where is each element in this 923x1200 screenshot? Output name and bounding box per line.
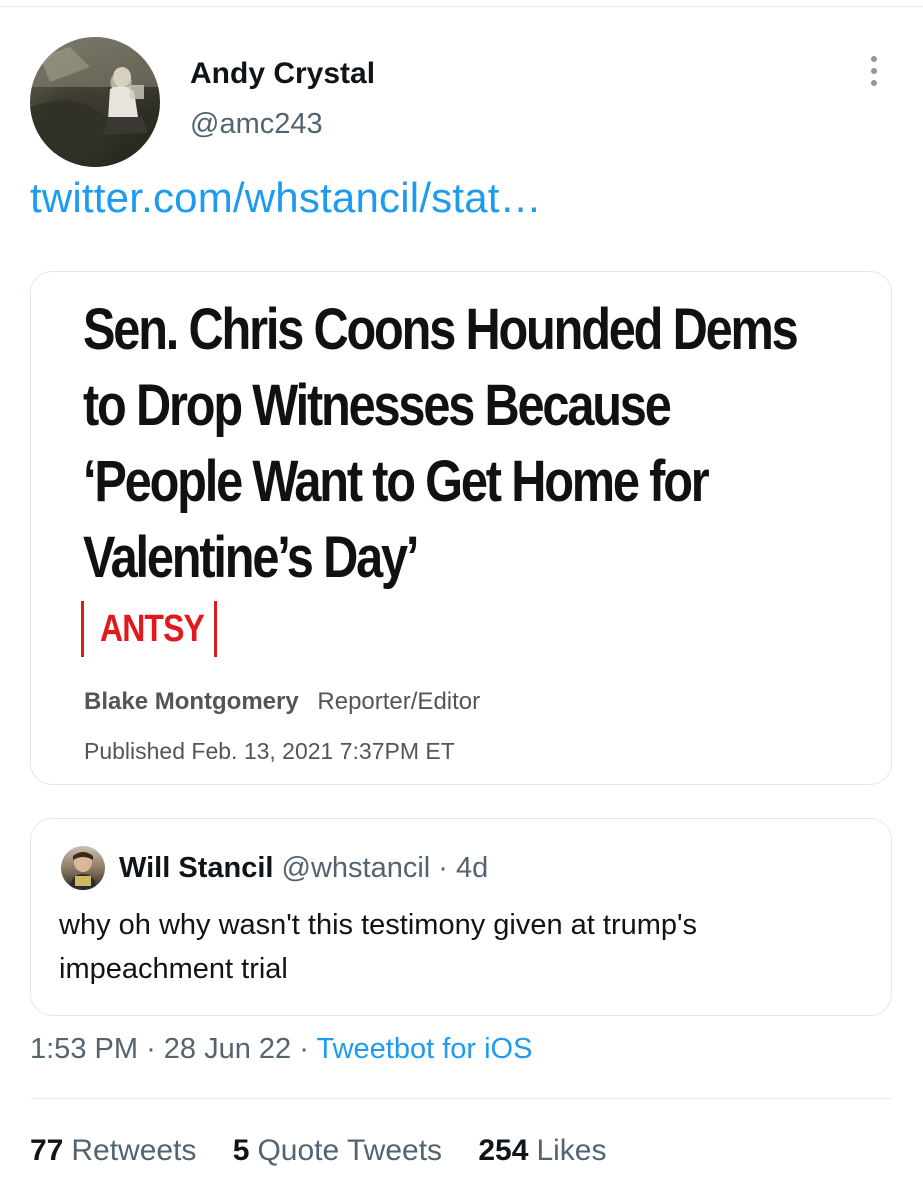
headline-line: Valentine’s Day’ (83, 525, 419, 590)
quoted-tweet[interactable]: Will Stancil @whstancil · 4d why oh why … (30, 818, 892, 1016)
quoted-age: 4d (456, 852, 489, 884)
meta-separator: · (299, 1033, 309, 1065)
author-handle[interactable]: @amc243 (190, 108, 323, 141)
more-dot (871, 80, 877, 86)
author-avatar[interactable] (30, 37, 160, 167)
kicker-bar-left (81, 601, 84, 657)
quoted-header: Will Stancil @whstancil · 4d (119, 852, 488, 885)
quote-tweets-count: 5 (232, 1134, 250, 1167)
quote-tweets-stat[interactable]: 5 Quote Tweets (233, 1134, 442, 1168)
retweets-label: Retweets (71, 1134, 197, 1167)
tweet-time[interactable]: 1:53 PM (30, 1033, 138, 1065)
quoted-profile-photo-icon (69, 852, 97, 890)
quoted-author-name: Will Stancil (119, 852, 274, 884)
quoted-text: why oh why wasn't this testimony given a… (59, 909, 698, 985)
quoted-avatar (61, 846, 105, 890)
top-divider (0, 0, 923, 7)
headline-line: to Drop Witnesses Because (83, 373, 672, 438)
more-dot (871, 68, 877, 74)
tweet-date[interactable]: 28 Jun 22 (164, 1033, 291, 1065)
article-author-role: Reporter/Editor (317, 688, 481, 715)
article-author-name: Blake Montgomery (84, 688, 299, 715)
article-kicker: ANTSY (81, 600, 217, 658)
kicker-text: ANTSY (100, 607, 205, 650)
article-card[interactable]: Sen. Chris Coons Hounded Dems to Drop Wi… (30, 271, 892, 785)
retweets-stat[interactable]: 77 Retweets (30, 1134, 196, 1168)
article-headline: Sen. Chris Coons Hounded Dems to Drop Wi… (83, 292, 864, 596)
article-byline: Blake Montgomery Reporter/Editor (84, 688, 480, 716)
retweets-count: 77 (30, 1134, 64, 1167)
tweet-link[interactable]: twitter.com/whstancil/stat… (30, 174, 542, 222)
article-published-date: Published Feb. 13, 2021 7:37PM ET (84, 738, 455, 764)
tweet-stats: 77 Retweets 5 Quote Tweets 254 Likes (30, 1134, 634, 1168)
stats-divider (30, 1098, 892, 1099)
likes-label: Likes (536, 1134, 607, 1167)
quoted-separator: · (438, 852, 448, 884)
likes-count: 254 (478, 1134, 529, 1167)
author-name[interactable]: Andy Crystal (190, 57, 375, 91)
more-options-icon[interactable] (864, 56, 884, 92)
kicker-bar-right (214, 601, 217, 657)
meta-separator: · (146, 1033, 156, 1065)
quote-tweets-label: Quote Tweets (257, 1134, 443, 1167)
quoted-author-handle: @whstancil (281, 852, 431, 884)
headline-line: ‘People Want to Get Home for (83, 449, 710, 514)
tweet-source-link[interactable]: Tweetbot for iOS (316, 1033, 532, 1065)
headline-line: Sen. Chris Coons Hounded Dems (83, 297, 799, 362)
more-dot (871, 56, 877, 62)
tweet-meta: 1:53 PM · 28 Jun 22 · Tweetbot for iOS (30, 1033, 532, 1066)
likes-stat[interactable]: 254 Likes (478, 1134, 606, 1168)
profile-photo-icon (30, 37, 160, 167)
